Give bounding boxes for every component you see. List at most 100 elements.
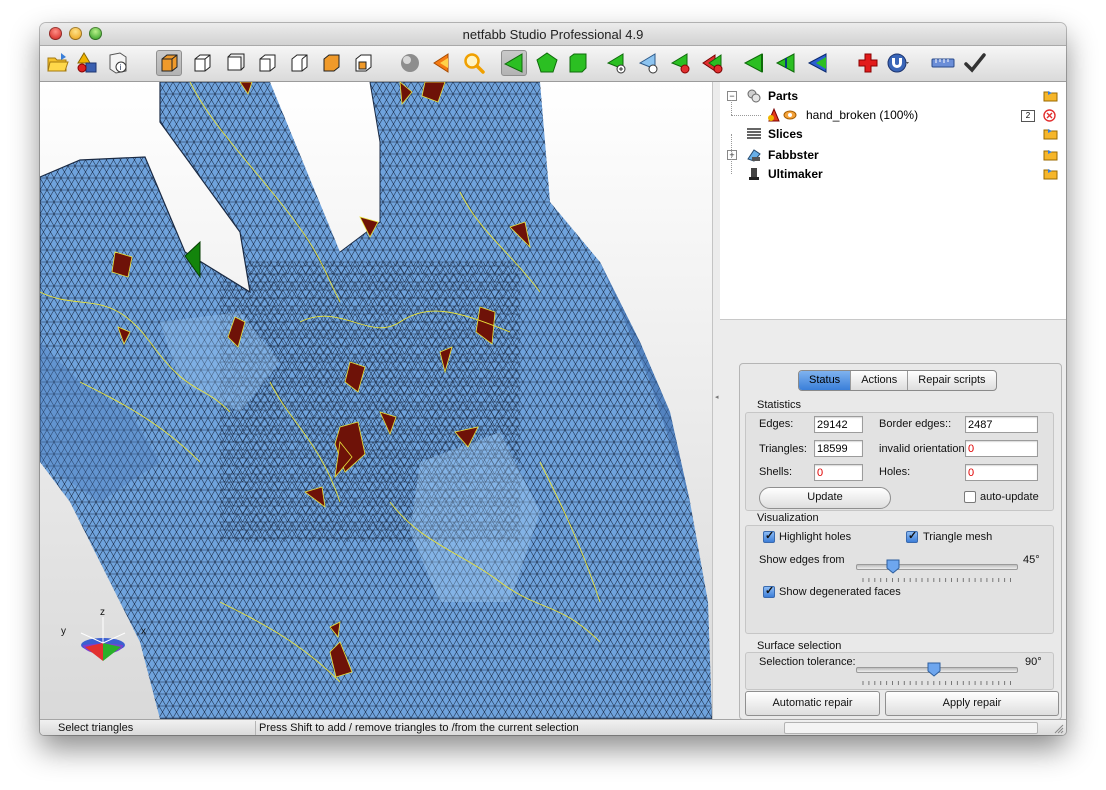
highlight-holes-checkbox[interactable] <box>763 529 775 543</box>
remove-triangle-icon[interactable] <box>669 51 693 75</box>
part-info-icon[interactable]: i <box>106 51 130 75</box>
folder-icon[interactable] <box>1043 168 1058 180</box>
tab-actions[interactable]: Actions <box>851 371 909 390</box>
magnet-icon[interactable] <box>886 51 910 75</box>
tree-label-ultimaker: Ultimaker <box>768 167 823 181</box>
automatic-repair-button[interactable]: Automatic repair <box>745 691 880 716</box>
tree-node-slices[interactable]: Slices <box>720 125 1066 143</box>
visualization-group: Highlight holes Triangle mesh Show edges… <box>745 525 1054 634</box>
sphere-icon[interactable] <box>398 51 422 75</box>
add-part-icon[interactable] <box>76 51 100 75</box>
fabbster-printer-icon <box>747 149 761 162</box>
project-tree: − Parts hand_broken (100%) 2 Slices + Fa… <box>720 82 1066 320</box>
tab-repair-scripts[interactable]: Repair scripts <box>908 371 995 390</box>
select-shell-icon[interactable] <box>566 51 590 75</box>
view-left-icon[interactable] <box>255 51 279 75</box>
select-surface-icon[interactable] <box>535 51 559 75</box>
red-cross-icon[interactable] <box>856 51 880 75</box>
show-edges-label: Show edges from <box>759 554 845 566</box>
tree-node-ultimaker[interactable]: Ultimaker <box>720 165 1066 183</box>
tree-node-fabbster[interactable]: + Fabbster <box>720 146 1066 164</box>
selection-tolerance-slider-thumb[interactable] <box>927 662 941 677</box>
resize-grip-icon[interactable] <box>1052 722 1064 734</box>
selection-tolerance-ticks <box>862 681 1011 685</box>
axis-label-z: z <box>100 607 105 618</box>
holes-field: 0 <box>965 464 1038 481</box>
edges-label: Edges: <box>759 418 794 430</box>
axis-label-y: y <box>61 626 66 637</box>
show-edges-value: 45° <box>1023 554 1040 566</box>
tree-node-hand-broken[interactable]: hand_broken (100%) 2 <box>720 106 1066 124</box>
remove-all-icon[interactable] <box>701 51 725 75</box>
remove-part-icon[interactable] <box>1043 109 1056 122</box>
view-bottom-icon[interactable] <box>351 51 375 75</box>
view-right-icon[interactable] <box>287 51 311 75</box>
axis-label-x: x <box>141 626 146 637</box>
instance-count-badge: 2 <box>1021 110 1035 122</box>
add-triangle-icon[interactable] <box>605 51 629 75</box>
svg-text:i: i <box>120 63 122 72</box>
tree-node-parts[interactable]: − Parts <box>720 87 1066 105</box>
triangle-green-flip-icon[interactable] <box>774 51 798 75</box>
show-degenerated-checkbox[interactable] <box>763 584 775 598</box>
show-degenerated-label: Show degenerated faces <box>779 586 901 598</box>
tree-label-fabbster: Fabbster <box>768 148 819 162</box>
mesh-body <box>40 82 712 719</box>
checkmark-icon[interactable] <box>963 51 987 75</box>
holes-label: Holes: <box>879 466 911 478</box>
delete-triangle-icon[interactable] <box>637 51 661 75</box>
shells-label: Shells: <box>759 466 793 478</box>
right-panel: − Parts hand_broken (100%) 2 Slices + Fa… <box>720 82 1066 720</box>
triangle-blue-icon[interactable] <box>806 51 830 75</box>
tree-label-hand-broken: hand_broken (100%) <box>806 108 919 122</box>
update-button[interactable]: Update <box>759 487 891 509</box>
slices-icon <box>747 128 761 139</box>
tab-status[interactable]: Status <box>799 371 852 390</box>
show-edges-slider-thumb[interactable] <box>886 559 900 574</box>
view-back-icon[interactable] <box>223 51 247 75</box>
main-toolbar: i <box>40 46 1066 82</box>
view-front-icon[interactable] <box>190 51 214 75</box>
triangle-orange-icon[interactable] <box>430 51 454 75</box>
properties-panel: Status Actions Repair scripts Statistics… <box>739 363 1062 720</box>
surface-selection-heading: Surface selection <box>757 640 842 652</box>
folder-icon[interactable] <box>1043 149 1058 161</box>
statistics-heading: Statistics <box>757 399 802 411</box>
zoom-icon[interactable] <box>462 51 486 75</box>
view-default-icon[interactable] <box>156 50 182 76</box>
status-bar: Select triangles Press Shift to add / re… <box>40 719 1066 735</box>
selection-tolerance-label: Selection tolerance: <box>759 656 856 668</box>
invalid-orientation-label: invalid orientation: <box>879 443 968 455</box>
triangle-mesh-label: Triangle mesh <box>923 531 993 543</box>
folder-icon[interactable] <box>1043 90 1058 102</box>
mesh-hole <box>111 251 133 278</box>
show-edges-slider[interactable] <box>856 564 1018 570</box>
apply-repair-button[interactable]: Apply repair <box>885 691 1059 716</box>
status-progress <box>784 722 1038 734</box>
warning-part-icon <box>768 107 780 122</box>
auto-update-checkbox[interactable] <box>964 491 976 503</box>
status-mode: Select triangles <box>58 722 134 734</box>
open-folder-icon[interactable] <box>46 51 70 75</box>
folder-icon[interactable] <box>1043 128 1058 140</box>
tree-label-parts: Parts <box>768 89 799 103</box>
auto-update-label: auto-update <box>980 491 1039 503</box>
visualization-heading: Visualization <box>757 512 819 524</box>
highlight-holes-label: Highlight holes <box>779 531 852 543</box>
visibility-eye-icon[interactable] <box>782 107 798 123</box>
triangle-green-left-icon[interactable] <box>742 51 766 75</box>
3d-viewport[interactable]: y x z <box>40 82 712 719</box>
select-triangle-icon[interactable] <box>501 50 527 76</box>
selection-tolerance-value: 90° <box>1025 656 1042 668</box>
view-top-icon[interactable] <box>319 51 343 75</box>
window-title: netfabb Studio Professional 4.9 <box>462 27 644 42</box>
edges-field: 29142 <box>814 416 863 433</box>
triangle-mesh-checkbox[interactable] <box>906 529 918 543</box>
title-bar: netfabb Studio Professional 4.9 <box>40 23 1066 46</box>
triangles-label: Triangles: <box>759 443 807 455</box>
ruler-icon[interactable] <box>931 51 955 75</box>
mesh-model[interactable]: y x z <box>40 82 712 719</box>
ultimaker-printer-icon <box>749 168 759 180</box>
app-window: netfabb Studio Professional 4.9 i y x z … <box>40 23 1066 735</box>
border-edges-field: 2487 <box>965 416 1038 433</box>
